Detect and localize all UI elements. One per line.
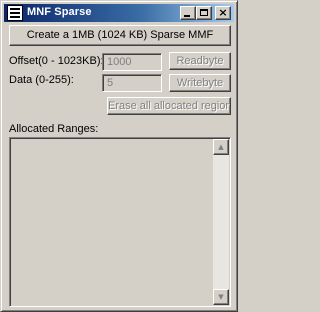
icon-line [10, 8, 20, 10]
window-title: MNF Sparse [27, 6, 92, 18]
erase-regions-button[interactable]: Erase all allocated regions [107, 97, 231, 115]
offset-field[interactable]: 1000 [102, 53, 162, 71]
minimize-button[interactable] [180, 6, 196, 20]
icon-line [10, 12, 20, 14]
vertical-scrollbar[interactable]: ▲ ▼ [213, 139, 229, 305]
minimize-icon [184, 15, 190, 17]
data-field[interactable]: 5 [102, 74, 162, 92]
writebyte-button[interactable]: Writebyte [169, 74, 231, 92]
icon-line [10, 16, 20, 18]
offset-label: Offset(0 - 1023KB): [9, 55, 104, 67]
maximize-icon [200, 9, 208, 16]
close-button[interactable]: × [215, 6, 231, 20]
allocated-ranges-label: Allocated Ranges: [9, 123, 99, 135]
scroll-up-arrow-icon[interactable]: ▲ [213, 139, 229, 155]
allocated-ranges-list[interactable]: ▲ ▼ [9, 137, 231, 307]
scroll-down-arrow-icon[interactable]: ▼ [213, 289, 229, 305]
title-bar[interactable]: MNF Sparse × [4, 4, 234, 22]
readbyte-button[interactable]: Readbyte [169, 52, 231, 70]
data-label: Data (0-255): [9, 74, 74, 86]
close-icon: × [218, 6, 228, 19]
maximize-button[interactable] [196, 6, 212, 20]
document-icon[interactable] [7, 5, 23, 21]
main-window: MNF Sparse × Create a 1MB (1024 KB) Spar… [0, 0, 238, 312]
create-sparse-mmf-button[interactable]: Create a 1MB (1024 KB) Sparse MMF [9, 25, 231, 46]
